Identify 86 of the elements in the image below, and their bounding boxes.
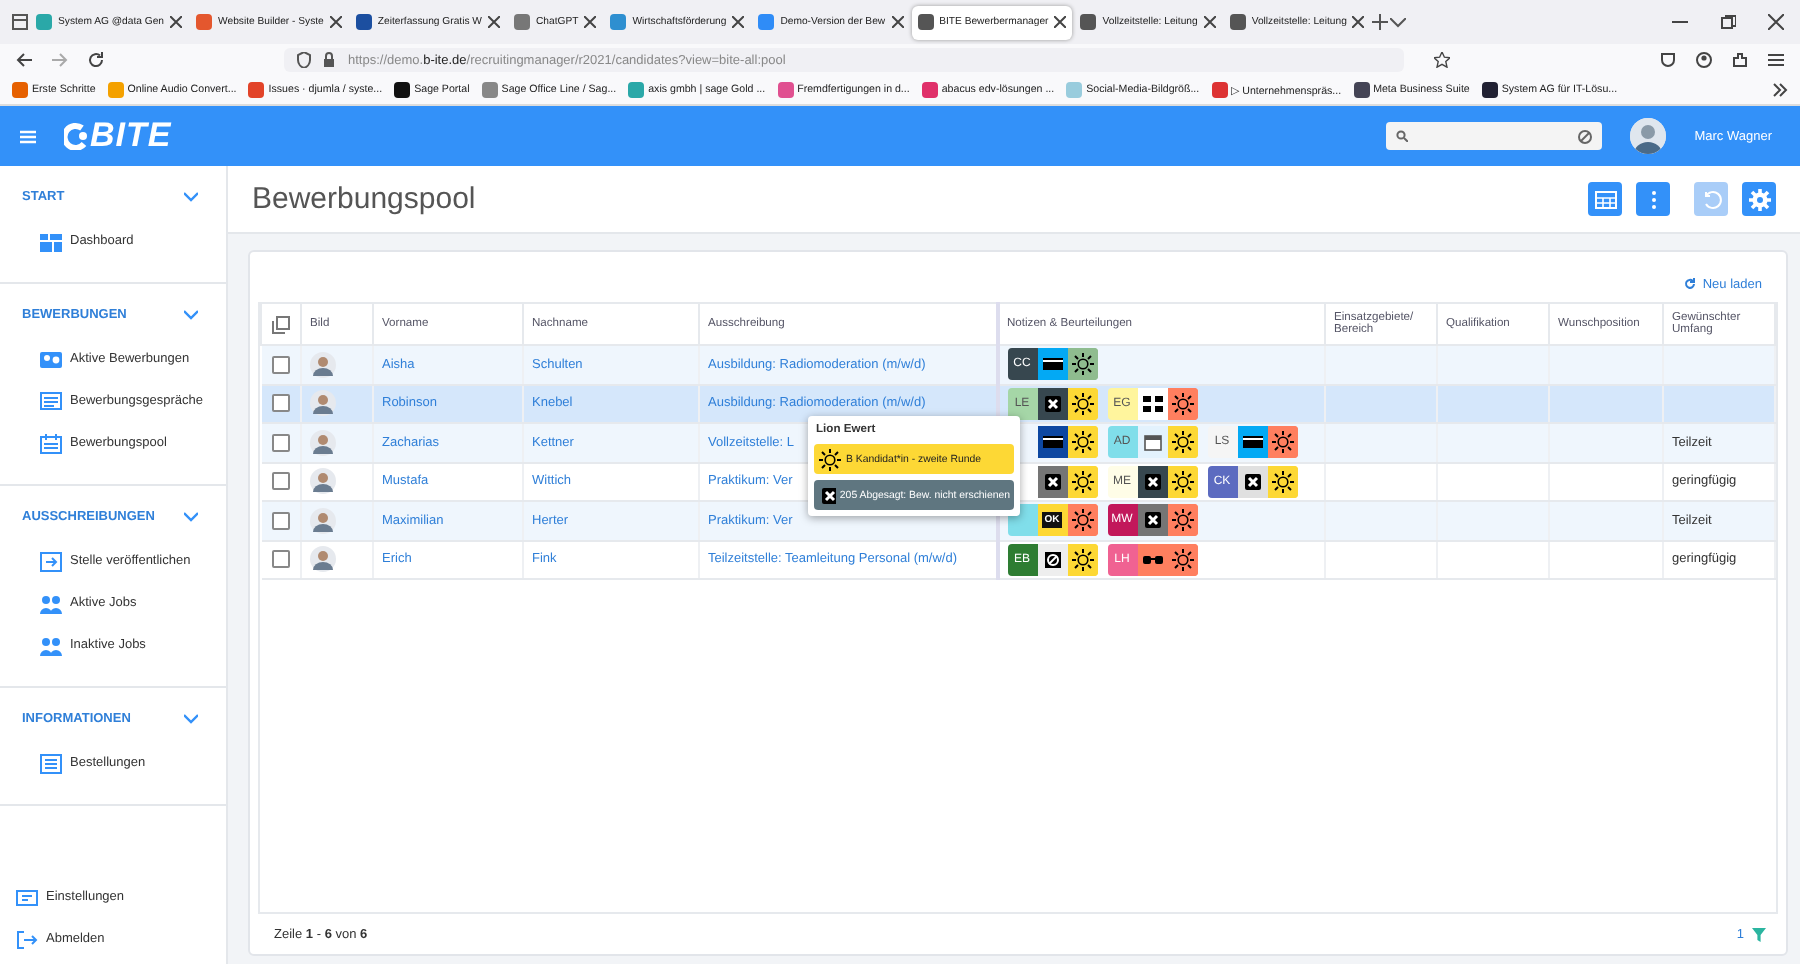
cross-icon [818,483,836,507]
window-icon [16,887,38,907]
favicon-icon [107,82,124,98]
reload-icon[interactable] [88,52,104,68]
favicon-icon [1353,82,1370,98]
avatar [310,507,336,534]
favicon-icon [481,82,498,98]
close-icon[interactable] [487,16,500,28]
favicon-icon [921,82,938,98]
clear-icon[interactable] [1578,129,1593,143]
restore-icon[interactable] [1720,14,1736,30]
close-icon[interactable] [1054,16,1067,28]
settings-button[interactable] [1742,182,1776,216]
row-checkbox[interactable] [271,394,290,413]
site-icon [196,14,213,30]
back-icon[interactable] [16,52,32,68]
table-view-icon [1593,187,1617,211]
extensions-icon[interactable] [1732,52,1748,68]
avatar [310,390,336,417]
chevron-icon [184,511,198,521]
calendar-icon [40,433,62,453]
id-card-icon [40,349,62,369]
favicon-icon [248,82,265,98]
history-icon [1699,187,1723,211]
close-icon[interactable] [170,16,183,28]
close-icon[interactable] [1203,16,1216,28]
avatar [310,351,336,378]
pocket-icon[interactable] [1660,52,1676,68]
favicon-icon [394,82,411,98]
site-icon [610,14,627,30]
search-icon [1396,130,1409,142]
tab-overview-icon[interactable] [12,14,28,30]
close-icon[interactable] [891,16,904,28]
avatar [310,546,336,573]
people-icon [40,635,62,655]
new-tab-icon[interactable] [1372,14,1389,30]
close-icon[interactable] [1768,14,1784,30]
dashboard-icon [40,231,62,251]
bookmark-star-icon[interactable] [1434,52,1450,68]
chevron-icon [184,713,198,723]
site-icon [917,14,934,30]
logo-text: BITE [90,116,172,156]
site-icon [36,14,52,30]
row-checkbox[interactable] [271,355,290,374]
avatar [310,429,336,456]
search-field[interactable] [1386,122,1603,150]
avatar [310,468,336,495]
favicon-icon [1211,82,1228,98]
close-icon[interactable] [584,16,597,28]
reload-icon [1684,278,1697,290]
chevron-icon [184,309,198,319]
avatar[interactable] [1630,118,1667,154]
site-icon [1229,14,1246,30]
site-icon [513,14,530,30]
row-checkbox[interactable] [271,472,290,491]
site-icon [758,14,775,30]
more-bookmarks-icon[interactable] [1772,82,1788,98]
settings-icon [1747,187,1771,211]
filter-icon[interactable] [1752,927,1766,941]
close-icon[interactable] [732,16,745,28]
favicon-icon [1066,82,1083,98]
favicon-icon [12,82,28,98]
site-icon [1080,14,1097,30]
row-checkbox[interactable] [271,511,290,530]
row-checkbox[interactable] [271,550,290,569]
logout-icon [16,929,38,949]
export-icon [40,551,62,571]
page-title: Bewerbungspool [252,182,478,216]
favicon-icon [628,82,645,98]
logo-icon [64,122,88,150]
favicon-icon [1481,82,1498,98]
people-icon [40,593,62,613]
row-checkbox[interactable] [271,433,290,452]
site-icon [355,14,372,30]
favicon-icon [777,82,794,98]
list-icon [40,753,62,773]
close-icon[interactable] [329,16,342,28]
menu-icon[interactable] [1768,52,1784,68]
select-all-icon[interactable] [272,315,290,333]
chevron-icon [184,191,198,201]
caret-icon[interactable] [1390,17,1407,27]
chat-icon [40,391,62,411]
close-icon[interactable] [1352,16,1365,28]
account-icon[interactable] [1696,52,1712,68]
table-view-button[interactable] [1588,182,1622,216]
more-button[interactable] [1636,182,1670,216]
